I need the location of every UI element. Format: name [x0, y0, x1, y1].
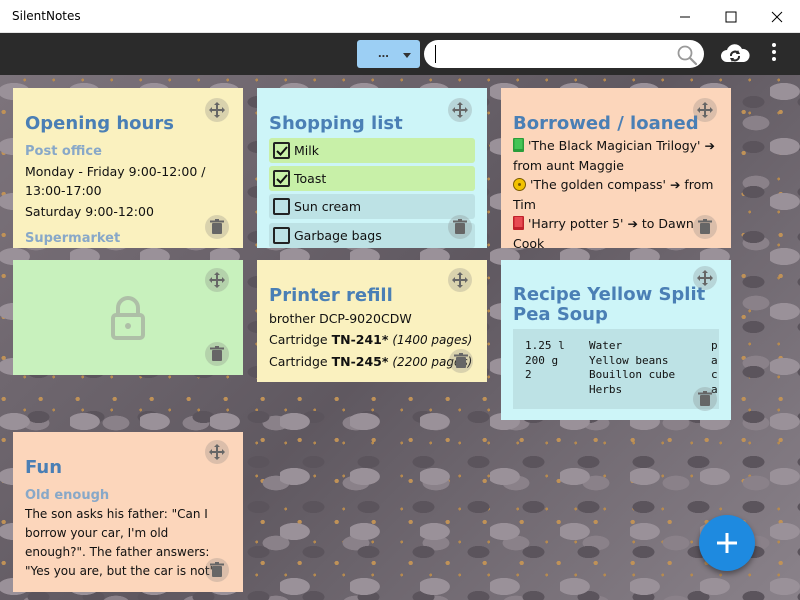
note-title: Borrowed / loaned	[513, 113, 699, 134]
search-input[interactable]	[424, 40, 704, 68]
compass-icon	[513, 178, 526, 191]
checkbox[interactable]	[273, 227, 290, 244]
checklist-item[interactable]: Sun cream	[269, 194, 475, 219]
move-icon[interactable]	[693, 266, 717, 290]
trash-icon[interactable]	[205, 558, 229, 582]
note-title: Printer refill	[269, 285, 393, 306]
add-note-button[interactable]	[699, 515, 755, 571]
close-button[interactable]	[754, 0, 800, 33]
trash-icon[interactable]	[205, 342, 229, 366]
note-line: 'The golden compass' ➔ from Tim	[513, 177, 714, 212]
checklist-item[interactable]: Milk	[269, 138, 475, 163]
note-subheading: Post office	[25, 144, 102, 159]
move-icon[interactable]	[205, 440, 229, 464]
note-body: brother DCP-9020CDW Cartridge TN-241* (1…	[269, 308, 475, 373]
note-body: Old enough The son asks his father: "Can…	[25, 486, 231, 581]
note-line: Cartridge TN-241* (1400 pages)	[269, 332, 473, 347]
move-icon[interactable]	[448, 268, 472, 292]
note-printer-refill[interactable]: Printer refill brother DCP-9020CDW Cartr…	[257, 260, 487, 382]
check-icon	[275, 145, 288, 156]
cloud-sync-icon[interactable]	[720, 42, 750, 66]
green-book-icon	[513, 138, 524, 152]
move-icon[interactable]	[205, 98, 229, 122]
filter-label: ...	[378, 45, 389, 60]
checklist-label: Milk	[294, 143, 319, 158]
note-shopping-list[interactable]: Shopping list Milk Toast Sun cream Garba…	[257, 88, 487, 248]
text-cursor	[435, 45, 436, 63]
note-line: Saturday 9:00-12:00	[25, 203, 154, 219]
trash-icon[interactable]	[205, 215, 229, 239]
toolbar: ...	[0, 33, 800, 75]
maximize-icon	[725, 11, 737, 22]
note-line: 'The Black Magician Trilogy' ➔ from aunt…	[513, 138, 715, 173]
trash-icon[interactable]	[448, 215, 472, 239]
note-body: 'The Black Magician Trilogy' ➔ from aunt…	[513, 136, 719, 248]
red-book-icon	[513, 216, 524, 230]
close-icon	[771, 11, 783, 22]
lock-icon	[111, 296, 145, 340]
checklist-item[interactable]: Garbage bags	[269, 223, 475, 248]
checklist-item[interactable]: Toast	[269, 166, 475, 191]
code-block: 1.25 l Water p 200 g Yellow beans a 2 Bouillo…	[513, 329, 719, 409]
move-icon[interactable]	[448, 98, 472, 122]
note-subheading: Old enough	[25, 488, 110, 503]
checklist-label: Toast	[294, 171, 327, 186]
note-line: brother DCP-9020CDW	[269, 311, 412, 326]
tag-filter-dropdown[interactable]: ...	[357, 40, 420, 68]
note-recipe[interactable]: Recipe Yellow Split Pea Soup 1.25 l Water…	[501, 260, 731, 420]
recipe-row: 2 Bouillon cube c	[525, 368, 718, 381]
note-title: Fun	[25, 457, 63, 478]
note-line: 'Harry potter 5' ➔ to Dawn Cook	[513, 216, 694, 248]
note-text: The son asks his father: "Can I borrow y…	[25, 507, 219, 578]
checklist-label: Sun cream	[294, 199, 362, 214]
note-subheading: Supermarket	[25, 231, 121, 246]
note-title: Shopping list	[269, 113, 403, 134]
search-icon[interactable]	[676, 44, 698, 66]
trash-icon[interactable]	[449, 349, 473, 373]
note-borrowed-loaned[interactable]: Borrowed / loaned 'The Black Magician Tr…	[501, 88, 731, 248]
minimize-icon	[680, 16, 690, 17]
window-title: SilentNotes	[12, 9, 81, 23]
check-icon	[275, 173, 288, 184]
chevron-down-icon	[403, 53, 411, 58]
checkbox[interactable]	[273, 198, 290, 215]
trash-icon[interactable]	[693, 387, 717, 411]
recipe-row: 1.25 l Water p	[525, 339, 718, 352]
note-title: Opening hours	[25, 113, 174, 134]
maximize-button[interactable]	[708, 0, 754, 33]
note-opening-hours[interactable]: Opening hours Post office Monday - Frida…	[13, 88, 243, 248]
title-bar: SilentNotes	[0, 0, 800, 33]
checkbox[interactable]	[273, 170, 290, 187]
trash-icon[interactable]	[693, 215, 717, 239]
move-icon[interactable]	[205, 268, 229, 292]
more-menu-icon[interactable]	[768, 43, 780, 65]
note-fun[interactable]: Fun Old enough The son asks his father: …	[13, 432, 243, 592]
move-icon[interactable]	[693, 98, 717, 122]
note-line: Monday - Friday 9:00-12:00 / 13:00-17:00	[25, 163, 206, 199]
checkbox[interactable]	[273, 142, 290, 159]
checklist-label: Garbage bags	[294, 228, 382, 243]
note-line: Cartridge TN-245* (2200 pages)	[269, 354, 473, 369]
note-body: Post office Monday - Friday 9:00-12:00 /…	[25, 142, 231, 248]
note-locked[interactable]	[13, 260, 243, 375]
recipe-row: 200 g Yellow beans a	[525, 353, 718, 367]
note-title: Recipe Yellow Split Pea Soup	[513, 284, 706, 325]
minimize-button[interactable]	[662, 0, 708, 33]
plus-icon	[717, 533, 737, 553]
recipe-row: Herbs a	[589, 382, 718, 396]
